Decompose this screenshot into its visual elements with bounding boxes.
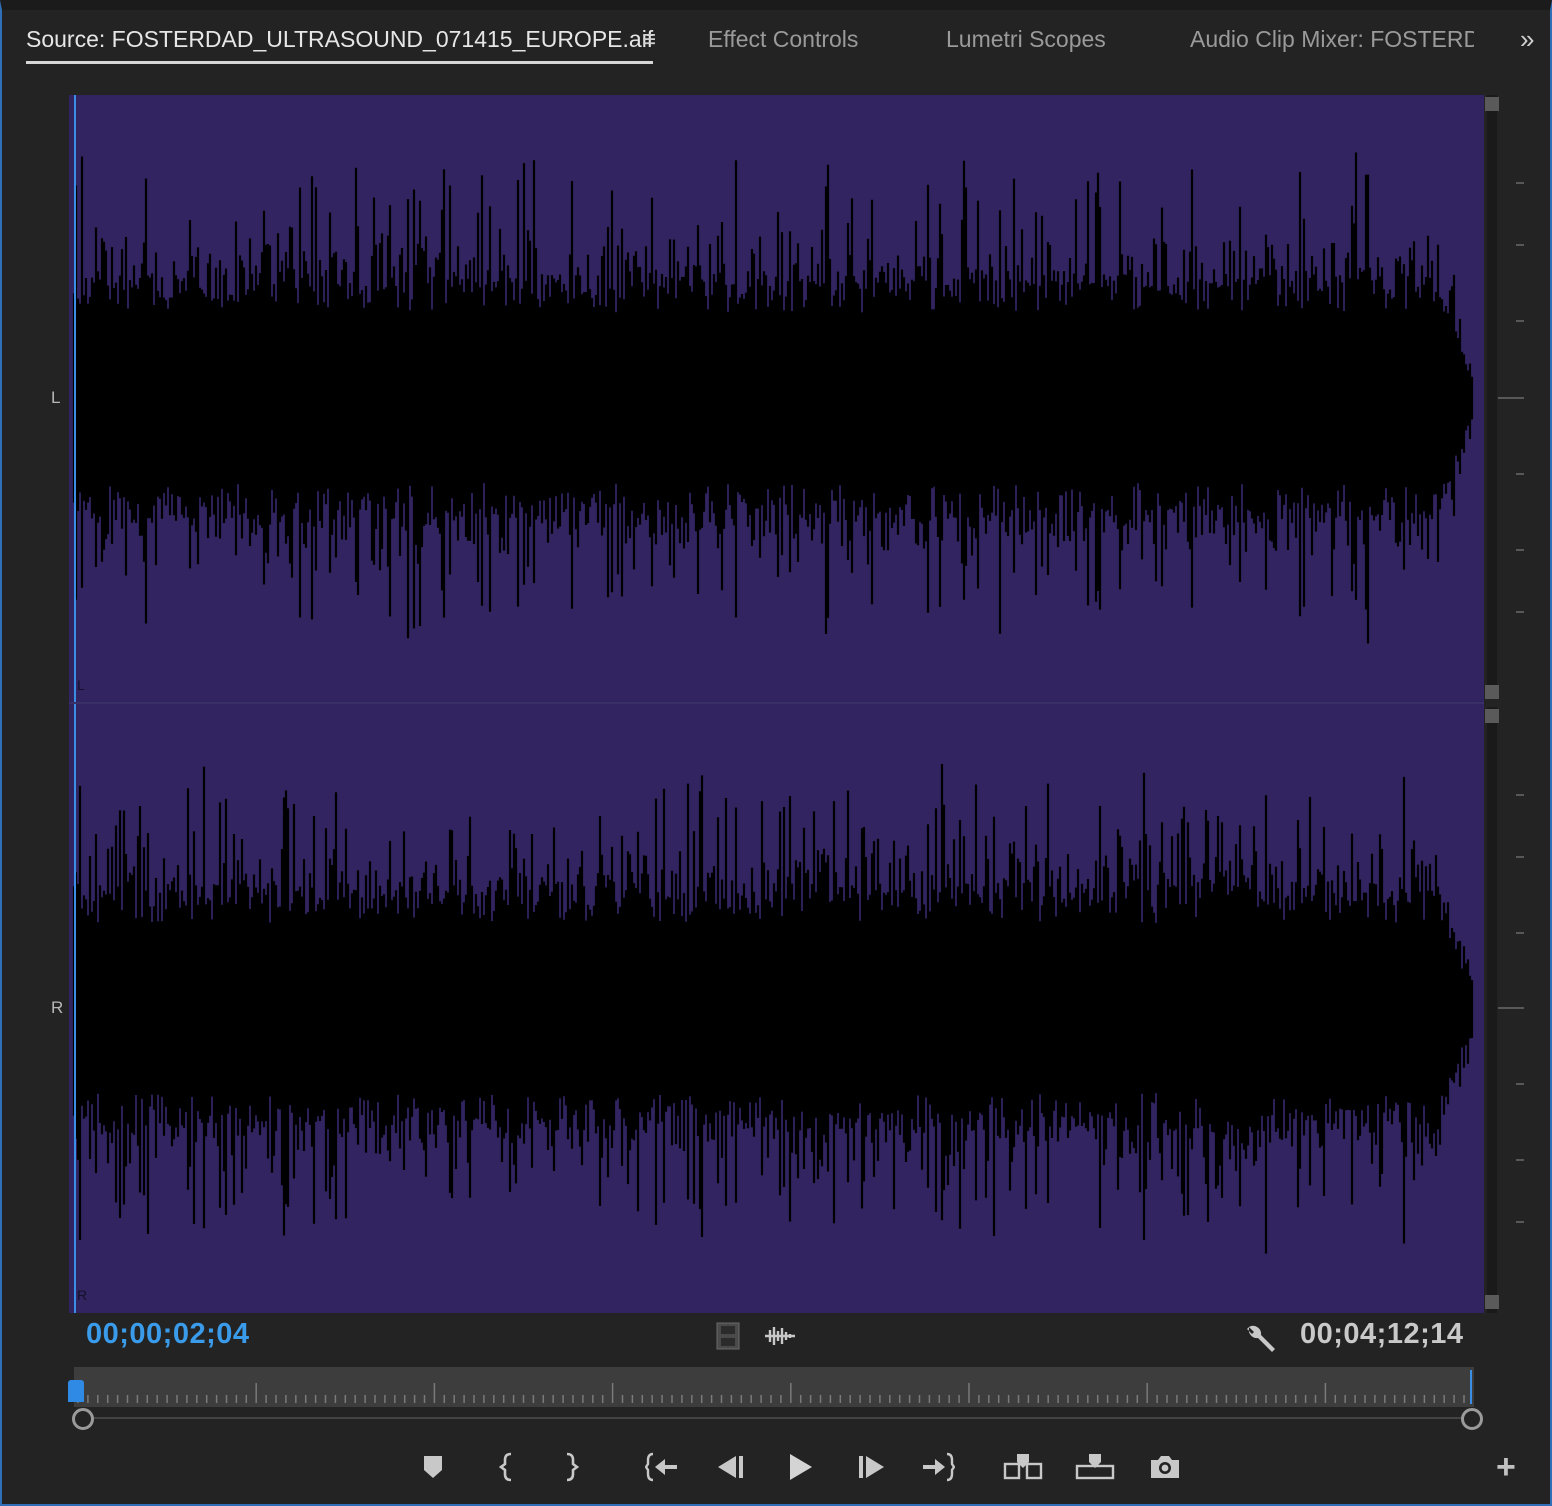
film-strip-icon[interactable] [716, 1322, 740, 1355]
add-marker-icon[interactable] [411, 1444, 455, 1490]
mark-out-icon[interactable] [549, 1444, 593, 1490]
insert-icon[interactable] [1002, 1444, 1046, 1490]
step-back-icon[interactable] [709, 1444, 753, 1490]
mini-timeline-ruler[interactable] [74, 1367, 1474, 1407]
waveform-graphic [72, 152, 1474, 1254]
channel-separator [69, 702, 1524, 704]
left-channel-label: L [51, 388, 61, 407]
export-frame-icon[interactable] [1143, 1444, 1187, 1490]
audio-waveform-icon[interactable] [764, 1322, 796, 1355]
mark-in-icon[interactable] [485, 1444, 529, 1490]
zoom-scroll-track[interactable] [82, 1417, 1472, 1419]
go-to-in-icon[interactable] [640, 1444, 684, 1490]
panel-tab-bar: Source: FOSTERDAD_ULTRASOUND_071415_EURO… [2, 12, 1548, 68]
current-timecode[interactable]: 00;00;02;04 [86, 1318, 250, 1351]
playhead-line[interactable] [74, 95, 76, 1313]
duration-timecode: 00;04;12;14 [1300, 1318, 1464, 1350]
right-channel-label: R [51, 998, 64, 1017]
zoom-handle-right[interactable] [1461, 1408, 1483, 1430]
overwrite-icon[interactable] [1073, 1444, 1117, 1490]
play-icon[interactable] [778, 1444, 822, 1490]
ruler-ticks [77, 1370, 1472, 1404]
tab-effect-controls[interactable]: Effect Controls [708, 26, 858, 53]
waveform-right-channel [72, 764, 1474, 1254]
waveform-left-channel [72, 152, 1474, 644]
tab-audio-clip-mixer[interactable]: Audio Clip Mixer: FOSTERD [1190, 26, 1474, 53]
right-channel-marker: R [77, 1287, 88, 1303]
waveform-core [74, 938, 1454, 1078]
go-to-out-icon[interactable] [916, 1444, 960, 1490]
left-channel-marker: L [77, 677, 85, 693]
waveform-core [74, 328, 1454, 468]
amplitude-scale [1484, 95, 1524, 1313]
wrench-icon[interactable] [1244, 1322, 1278, 1361]
tab-lumetri-scopes[interactable]: Lumetri Scopes [946, 26, 1106, 53]
add-button-icon[interactable]: + [1496, 1448, 1516, 1487]
audio-waveform-display[interactable]: L R [69, 95, 1484, 1313]
transport-controls [0, 1444, 1552, 1494]
panel-menu-icon[interactable]: ≡ [642, 26, 656, 54]
tab-source[interactable]: Source: FOSTERDAD_ULTRASOUND_071415_EURO… [26, 26, 654, 64]
step-forward-icon[interactable] [849, 1444, 893, 1490]
mini-playhead[interactable] [68, 1380, 84, 1402]
amplitude-ticks [1498, 182, 1524, 1223]
tab-overflow-icon[interactable]: » [1520, 24, 1534, 55]
zoom-handle-left[interactable] [72, 1408, 94, 1430]
